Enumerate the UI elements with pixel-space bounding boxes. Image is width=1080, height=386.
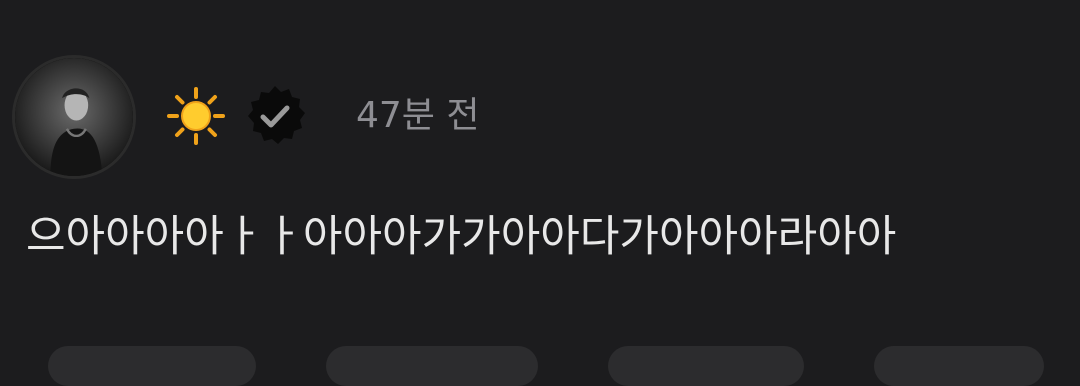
avatar[interactable] [12,55,136,179]
post-timestamp: 47분 전 [356,95,480,136]
avatar-photo [15,58,133,176]
author-row: 47분 전 [166,84,480,148]
action-button-3[interactable] [608,346,804,386]
action-button-1[interactable] [48,346,256,386]
sun-icon[interactable] [166,86,226,146]
post-card: 47분 전 으아아아아ㅏㅏ아아아가가아아다가아아아라아아 [0,0,1080,386]
action-button-4[interactable] [874,346,1044,386]
action-button-2[interactable] [326,346,538,386]
post-body-text: 으아아아아ㅏㅏ아아아가가아아다가아아아라아아 [26,212,897,262]
verified-badge-icon [242,83,308,149]
